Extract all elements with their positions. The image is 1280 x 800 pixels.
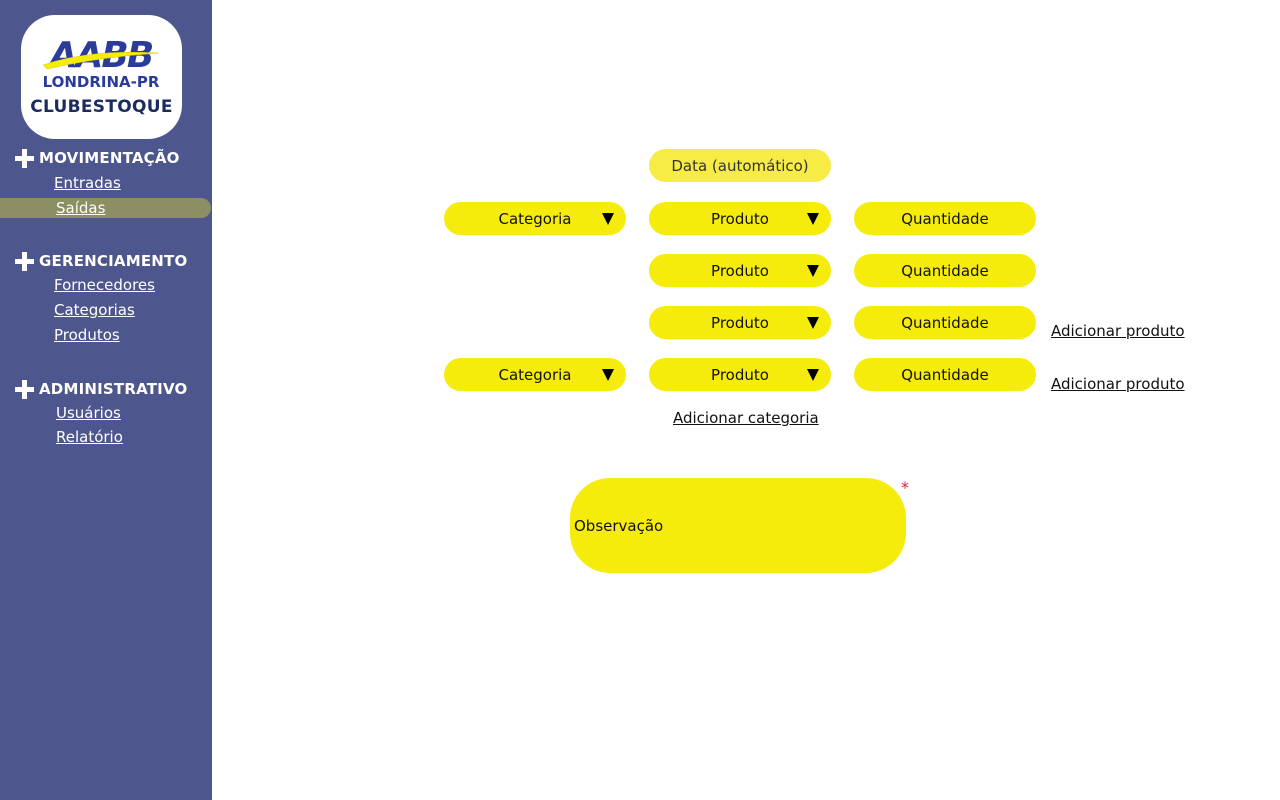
add-product-link[interactable]: Adicionar produto — [1051, 322, 1185, 340]
triangle-down-icon — [801, 202, 831, 235]
product-select[interactable]: Produto — [649, 254, 831, 287]
sidebar-item-categorias[interactable]: Categorias — [54, 301, 135, 319]
aabb-logo: AABB LONDRINA-PR — [42, 35, 160, 89]
observation-field[interactable]: Observação — [570, 478, 906, 573]
sidebar-item-saidas[interactable]: Saídas — [56, 199, 105, 217]
section-movimentacao[interactable]: MOVIMENTAÇÃO — [15, 147, 180, 169]
category-select[interactable]: Categoria — [444, 202, 626, 235]
sidebar-item-usuarios[interactable]: Usuários — [56, 404, 121, 422]
triangle-down-icon — [596, 358, 626, 391]
category-select[interactable]: Categoria — [444, 358, 626, 391]
quantity-input-label: Quantidade — [901, 313, 989, 332]
date-field: Data (automático) — [649, 149, 831, 182]
add-product-link[interactable]: Adicionar produto — [1051, 375, 1185, 393]
quantity-input[interactable]: Quantidade — [854, 254, 1036, 287]
sidebar-active-highlight — [0, 198, 211, 218]
product-select[interactable]: Produto — [649, 306, 831, 339]
quantity-input-label: Quantidade — [901, 261, 989, 280]
quantity-input-label: Quantidade — [901, 365, 989, 384]
plus-icon — [15, 379, 34, 399]
triangle-down-icon — [801, 358, 831, 391]
section-title: MOVIMENTAÇÃO — [39, 149, 180, 167]
plus-icon — [15, 148, 34, 168]
section-title: GERENCIAMENTO — [39, 252, 188, 270]
triangle-down-icon — [596, 202, 626, 235]
quantity-input[interactable]: Quantidade — [854, 202, 1036, 235]
section-gerenciamento[interactable]: GERENCIAMENTO — [15, 250, 187, 272]
logo-subtitle: LONDRINA-PR — [43, 73, 160, 89]
app-name: CLUBESTOQUE — [30, 97, 173, 117]
product-select[interactable]: Produto — [649, 202, 831, 235]
required-marker: * — [901, 478, 909, 497]
add-category-link[interactable]: Adicionar categoria — [673, 409, 819, 427]
section-administrativo[interactable]: ADMINISTRATIVO — [15, 378, 187, 400]
quantity-input-label: Quantidade — [901, 209, 989, 228]
section-title: ADMINISTRATIVO — [39, 380, 188, 398]
quantity-input[interactable]: Quantidade — [854, 306, 1036, 339]
quantity-input[interactable]: Quantidade — [854, 358, 1036, 391]
brand-logo-card: AABB LONDRINA-PR CLUBESTOQUE — [21, 15, 182, 139]
date-field-label: Data (automático) — [671, 156, 809, 175]
sidebar: AABB LONDRINA-PR CLUBESTOQUE MOVIMENTAÇÃ… — [0, 0, 212, 800]
sidebar-item-relatorio[interactable]: Relatório — [56, 428, 123, 446]
observation-label: Observação — [574, 516, 664, 535]
triangle-down-icon — [801, 306, 831, 339]
triangle-down-icon — [801, 254, 831, 287]
sidebar-item-entradas[interactable]: Entradas — [54, 174, 121, 192]
sidebar-item-fornecedores[interactable]: Fornecedores — [54, 276, 155, 294]
product-select[interactable]: Produto — [649, 358, 831, 391]
sidebar-item-produtos[interactable]: Produtos — [54, 326, 120, 344]
plus-icon — [15, 251, 34, 271]
